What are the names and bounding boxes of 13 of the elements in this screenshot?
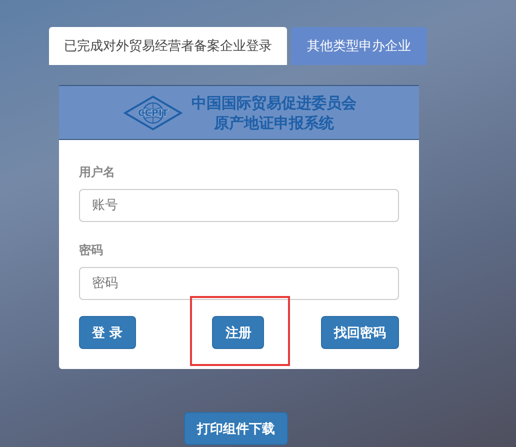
field-label: 用户名: [79, 164, 116, 181]
globe-logo-icon: [122, 95, 182, 130]
input-field[interactable]: 密码: [79, 267, 399, 300]
action-button[interactable]: 注册: [212, 316, 264, 349]
login-tab[interactable]: 其他类型申办企业: [291, 27, 427, 65]
system-title: 中国国际贸易促进委员会: [192, 92, 356, 112]
action-button[interactable]: 找回密码: [321, 316, 399, 349]
input-field[interactable]: 账号: [79, 189, 399, 222]
download-button[interactable]: 打印组件下载: [184, 412, 288, 445]
system-subtitle: 原产地证申报系统: [214, 112, 334, 132]
action-button[interactable]: 登 录: [79, 316, 136, 349]
field-label: 密码: [79, 242, 104, 259]
login-tab[interactable]: 已完成对外贸易经营者备案企业登录: [49, 27, 287, 65]
